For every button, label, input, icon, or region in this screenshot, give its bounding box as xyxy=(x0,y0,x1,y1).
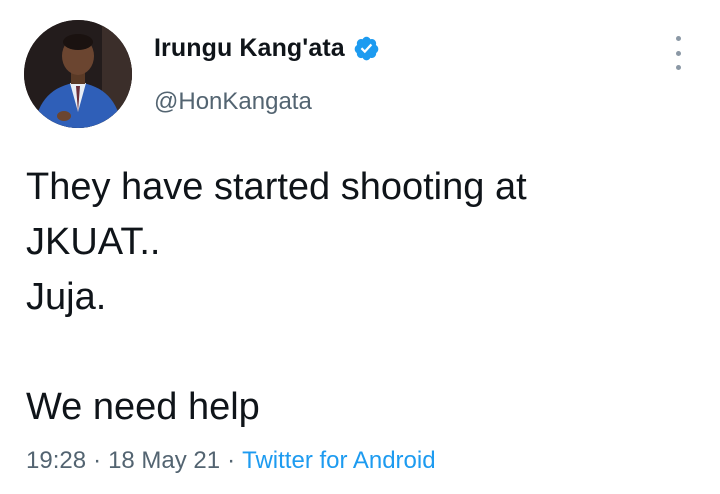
tweet-source-link[interactable]: Twitter for Android xyxy=(242,447,435,474)
dot xyxy=(675,36,681,41)
more-vertical-icon[interactable] xyxy=(668,36,688,70)
avatar[interactable] xyxy=(24,20,132,128)
dot xyxy=(675,50,681,56)
tweet-line: JKUAT.. xyxy=(26,221,161,263)
separator: · xyxy=(93,447,102,474)
tweet-metadata: 19:28 · 18 May 21 · Twitter for Android xyxy=(26,447,436,475)
avatar-photo xyxy=(24,20,132,128)
author-handle[interactable]: @HonKangata xyxy=(154,88,312,116)
tweet-text: They have started shooting at JKUAT.. Ju… xyxy=(26,160,686,435)
tweet-line: They have started shooting at xyxy=(26,166,527,208)
tweet-line: Juja. xyxy=(26,276,107,318)
author-name-row: Irungu Kang'ata xyxy=(154,34,380,63)
tweet-time[interactable]: 19:28 xyxy=(26,447,86,474)
verified-badge-icon xyxy=(353,35,380,62)
author-display-name[interactable]: Irungu Kang'ata xyxy=(154,34,345,63)
separator: · xyxy=(227,447,236,474)
tweet-line: We need help xyxy=(26,386,260,428)
tweet-date[interactable]: 18 May 21 xyxy=(108,447,220,474)
tweet-card: Irungu Kang'ata @HonKangata They have st… xyxy=(0,0,720,494)
dot xyxy=(675,65,681,70)
